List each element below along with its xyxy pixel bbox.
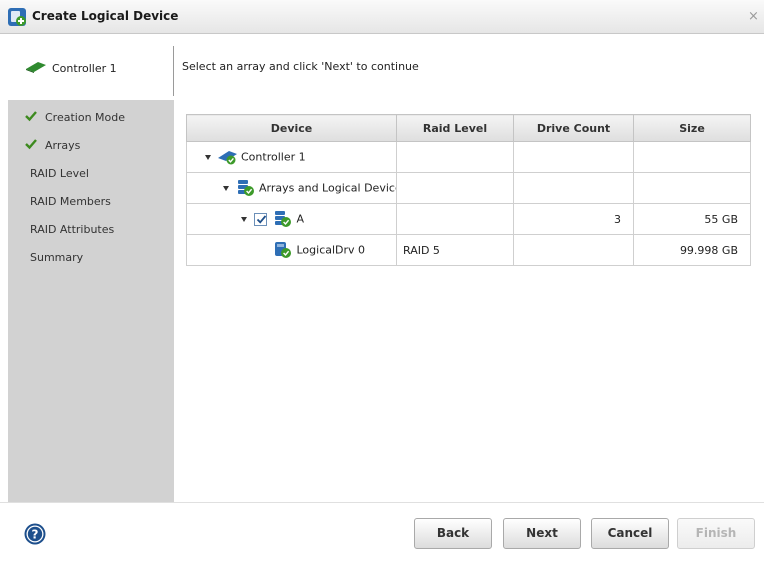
wizard-steps: Creation Mode Arrays RAID Level RAID Mem… bbox=[8, 100, 174, 502]
drive-count-cell: 3 bbox=[513, 203, 634, 235]
help-icon[interactable]: ? bbox=[24, 523, 46, 545]
column-header-drive-count[interactable]: Drive Count bbox=[513, 114, 634, 142]
device-name: Arrays and Logical Devices bbox=[259, 181, 397, 195]
device-cell: Controller 1 bbox=[186, 141, 397, 173]
checkmark-icon bbox=[25, 111, 37, 122]
device-grid: Device Raid Level Drive Count Size Contr… bbox=[186, 114, 751, 266]
controller-header: Controller 1 Select an array and click '… bbox=[0, 34, 764, 100]
step-raid-members[interactable]: RAID Members bbox=[8, 192, 174, 212]
raid-level-cell: RAID 5 bbox=[396, 234, 514, 266]
table-row[interactable]: Arrays and Logical Devices bbox=[186, 172, 751, 204]
expand-triangle-icon[interactable] bbox=[205, 154, 211, 160]
table-row[interactable]: LogicalDrv 0 RAID 5 99.998 GB bbox=[186, 234, 751, 266]
logical-drive-icon bbox=[275, 242, 291, 258]
step-arrays[interactable]: Arrays bbox=[8, 136, 174, 156]
table-row[interactable]: Controller 1 bbox=[186, 141, 751, 173]
cancel-button[interactable]: Cancel bbox=[591, 518, 669, 549]
drive-count-cell bbox=[513, 234, 634, 266]
step-label: RAID Members bbox=[30, 195, 111, 208]
device-name: A bbox=[296, 212, 305, 226]
dialog-title: Create Logical Device bbox=[32, 9, 179, 23]
controller-icon bbox=[217, 151, 237, 165]
device-table: Device Raid Level Drive Count Size Contr… bbox=[186, 114, 751, 266]
title-bar: Create Logical Device × bbox=[0, 0, 764, 34]
arrays-icon bbox=[237, 180, 254, 196]
table-row[interactable]: A 3 55 GB bbox=[186, 203, 751, 235]
size-cell: 55 GB bbox=[633, 203, 751, 235]
raid-level-cell bbox=[396, 172, 514, 204]
device-name: LogicalDrv 0 bbox=[296, 243, 366, 257]
add-logical-device-icon bbox=[8, 8, 26, 26]
dialog-footer: ? Back Next Cancel Finish bbox=[0, 502, 764, 567]
array-checkbox[interactable] bbox=[253, 212, 267, 226]
next-button[interactable]: Next bbox=[503, 518, 581, 549]
device-cell: A bbox=[186, 203, 397, 235]
checkbox-check-icon bbox=[256, 214, 266, 224]
close-icon[interactable]: × bbox=[748, 9, 759, 24]
back-button[interactable]: Back bbox=[414, 518, 492, 549]
finish-button[interactable]: Finish bbox=[677, 518, 755, 549]
instruction-text: Select an array and click 'Next' to cont… bbox=[182, 60, 419, 73]
expand-triangle-icon[interactable] bbox=[241, 216, 247, 222]
size-cell bbox=[633, 141, 751, 173]
svg-text:?: ? bbox=[32, 528, 39, 542]
device-cell: LogicalDrv 0 bbox=[186, 234, 397, 266]
controller-card-icon bbox=[26, 62, 46, 73]
column-header-device[interactable]: Device bbox=[186, 114, 397, 142]
step-raid-level[interactable]: RAID Level bbox=[8, 164, 174, 184]
checkmark-icon bbox=[25, 139, 37, 150]
size-cell bbox=[633, 172, 751, 204]
step-label: RAID Level bbox=[30, 167, 89, 180]
content-panel: Device Raid Level Drive Count Size Contr… bbox=[174, 100, 764, 502]
device-name: Controller 1 bbox=[241, 150, 306, 164]
raid-level-cell bbox=[396, 203, 514, 235]
step-creation-mode[interactable]: Creation Mode bbox=[8, 108, 174, 128]
column-header-raid-level[interactable]: Raid Level bbox=[396, 114, 514, 142]
expand-triangle-icon[interactable] bbox=[223, 185, 229, 191]
drive-count-cell bbox=[513, 141, 634, 173]
drive-count-cell bbox=[513, 172, 634, 204]
step-label: RAID Attributes bbox=[30, 223, 115, 236]
step-raid-attributes[interactable]: RAID Attributes bbox=[8, 220, 174, 240]
step-label: Creation Mode bbox=[45, 111, 126, 124]
step-summary[interactable]: Summary bbox=[8, 248, 174, 268]
column-header-size[interactable]: Size bbox=[633, 114, 751, 142]
table-header-row: Device Raid Level Drive Count Size bbox=[186, 114, 751, 142]
array-icon bbox=[275, 211, 291, 227]
controller-label: Controller 1 bbox=[52, 62, 117, 75]
header-divider bbox=[173, 46, 174, 96]
size-cell: 99.998 GB bbox=[633, 234, 751, 266]
step-label: Arrays bbox=[45, 139, 81, 152]
step-label: Summary bbox=[30, 251, 84, 264]
raid-level-cell bbox=[396, 141, 514, 173]
device-cell: Arrays and Logical Devices bbox=[186, 172, 397, 204]
